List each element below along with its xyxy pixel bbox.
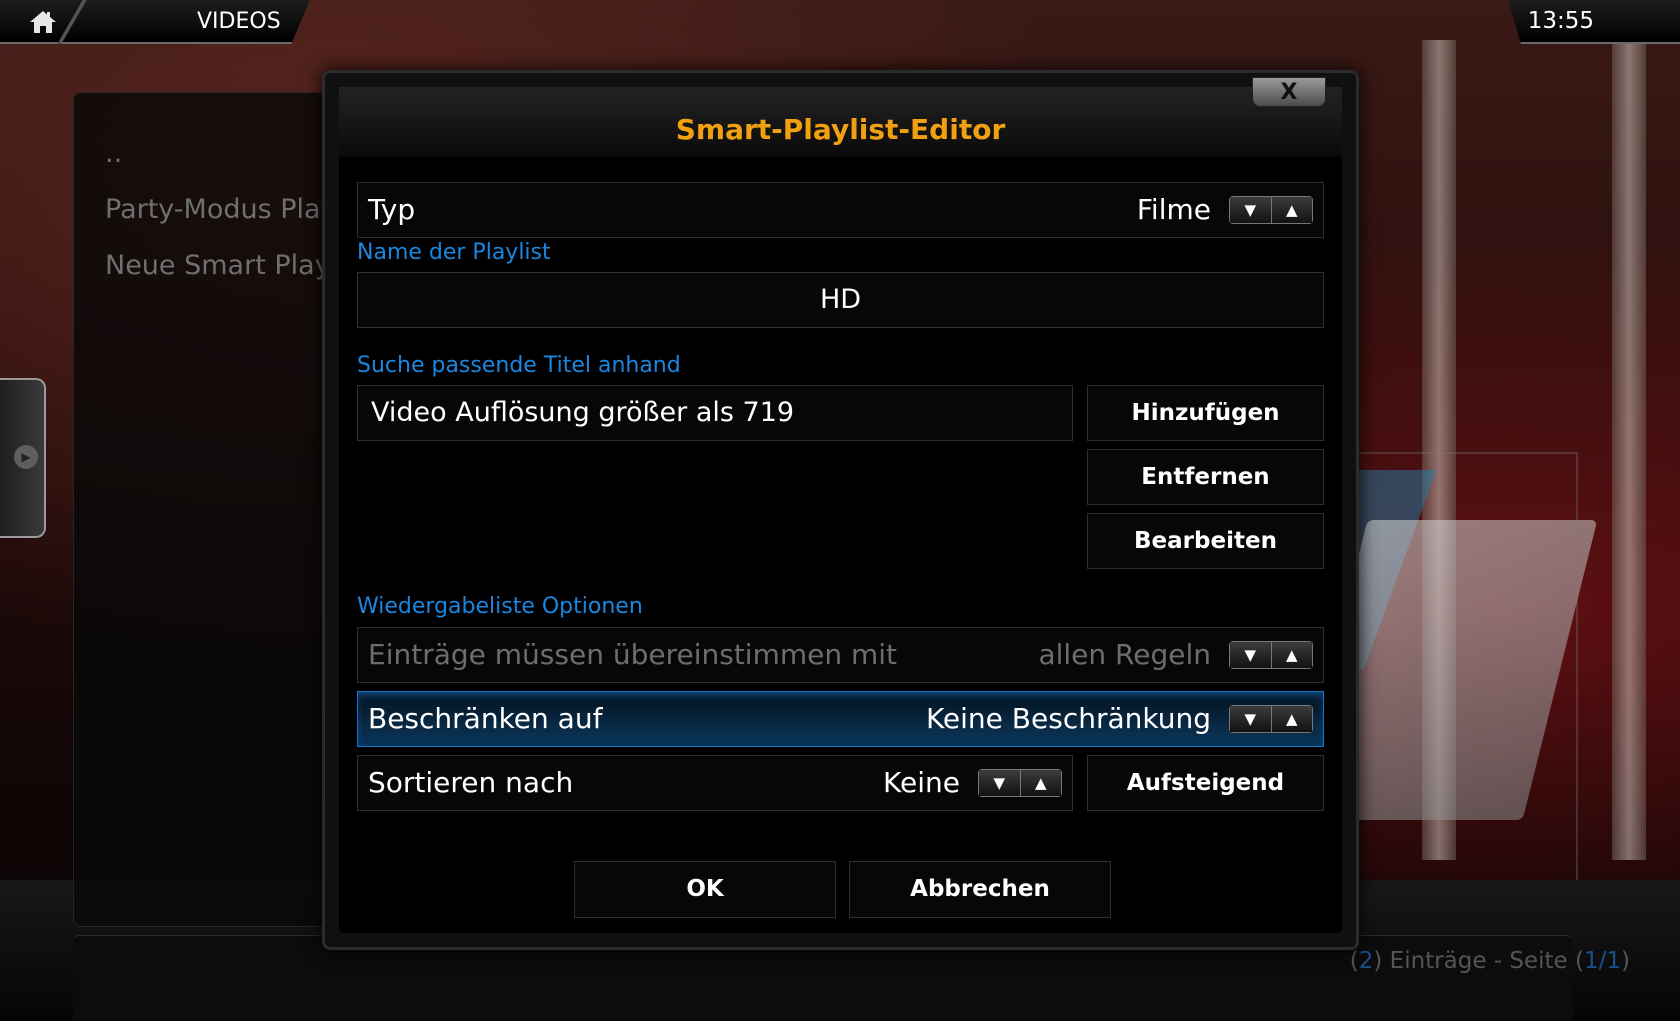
smart-playlist-dialog: Smart-Playlist-Editor Typ Filme ▼ ▲ Name… [322, 70, 1359, 950]
background-pillar [1612, 40, 1646, 860]
type-label: Typ [368, 193, 416, 226]
options-section-label: Wiedergabeliste Optionen [357, 594, 643, 619]
sort-spinner[interactable]: ▼ ▲ [978, 769, 1062, 797]
type-selector[interactable]: Typ Filme ▼ ▲ [357, 182, 1324, 238]
ok-button[interactable]: OK [574, 861, 836, 918]
spin-down-icon[interactable]: ▼ [979, 770, 1021, 796]
sort-order-button[interactable]: Aufsteigend [1087, 755, 1324, 811]
limit-label: Beschränken auf [368, 702, 603, 735]
list-item-parent[interactable]: .. [105, 126, 337, 182]
match-selector[interactable]: Einträge müssen übereinstimmen mit allen… [357, 627, 1324, 683]
match-spinner[interactable]: ▼ ▲ [1229, 641, 1313, 669]
sort-label: Sortieren nach [368, 766, 574, 799]
remove-rule-button[interactable]: Entfernen [1087, 449, 1324, 505]
cancel-button[interactable]: Abbrechen [849, 861, 1111, 918]
item-count: 2 [1358, 948, 1374, 974]
spin-down-icon[interactable]: ▼ [1230, 706, 1272, 732]
list-item-new-smart-playlist[interactable]: Neue Smart Play [105, 238, 337, 294]
rules-section-label: Suche passende Titel anhand [357, 353, 681, 378]
add-rule-button[interactable]: Hinzufügen [1087, 385, 1324, 441]
clock: 13:55 [1527, 8, 1594, 34]
page-number: 1/1 [1584, 948, 1622, 974]
dialog-header: Smart-Playlist-Editor [339, 87, 1342, 157]
dialog-body: Smart-Playlist-Editor Typ Filme ▼ ▲ Name… [339, 87, 1342, 933]
sort-value: Keine [883, 766, 960, 799]
list-item-party-mode[interactable]: Party-Modus Play [105, 182, 337, 238]
spin-down-icon[interactable]: ▼ [1230, 642, 1272, 668]
match-value: allen Regeln [1038, 638, 1211, 671]
file-list: .. Party-Modus Play Neue Smart Play [105, 126, 337, 294]
limit-value: Keine Beschränkung [925, 702, 1211, 735]
type-spinner[interactable]: ▼ ▲ [1229, 196, 1313, 224]
sort-selector[interactable]: Sortieren nach Keine ▼ ▲ [357, 755, 1073, 811]
spin-up-icon[interactable]: ▲ [1020, 770, 1061, 796]
spin-up-icon[interactable]: ▲ [1271, 642, 1312, 668]
spin-up-icon[interactable]: ▲ [1271, 197, 1312, 223]
spin-up-icon[interactable]: ▲ [1271, 706, 1312, 732]
type-value: Filme [1136, 193, 1211, 226]
home-icon[interactable] [28, 9, 58, 35]
rule-item[interactable]: Video Auflösung größer als 719 [357, 385, 1073, 441]
edit-rule-button[interactable]: Bearbeiten [1087, 513, 1324, 569]
section-title: VIDEOS [197, 9, 281, 34]
limit-selector[interactable]: Beschränken auf Keine Beschränkung ▼ ▲ [357, 691, 1324, 747]
match-label: Einträge müssen übereinstimmen mit [368, 638, 898, 671]
dialog-title: Smart-Playlist-Editor [675, 113, 1006, 146]
limit-spinner[interactable]: ▼ ▲ [1229, 705, 1313, 733]
close-icon: X [1280, 80, 1298, 105]
side-arrow-icon[interactable]: ▶ [14, 445, 38, 469]
spin-down-icon[interactable]: ▼ [1230, 197, 1272, 223]
page-info: (2) Einträge - Seite (1/1) [1349, 948, 1630, 974]
playlist-name-field[interactable]: HD [357, 272, 1324, 328]
name-section-label: Name der Playlist [357, 240, 551, 265]
close-button[interactable]: X [1252, 77, 1326, 107]
